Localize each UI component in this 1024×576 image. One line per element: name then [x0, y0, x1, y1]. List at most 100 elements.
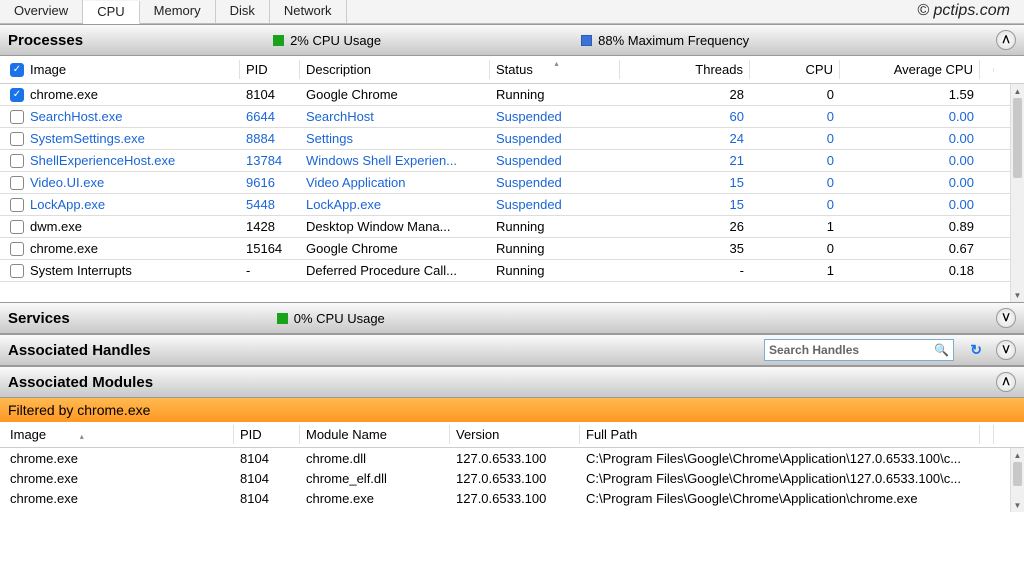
chevron-down-icon: ᐯ — [1003, 345, 1010, 356]
cell-status: Suspended — [490, 175, 620, 190]
scrollbar-thumb[interactable] — [1013, 98, 1022, 178]
scrollbar-thumb[interactable] — [1013, 462, 1022, 486]
table-row[interactable]: ShellExperienceHost.exe13784Windows Shel… — [0, 150, 1024, 172]
col-pid[interactable]: PID — [240, 60, 300, 79]
cell-version: 127.0.6533.100 — [450, 471, 580, 486]
tab-memory[interactable]: Memory — [140, 0, 216, 23]
col-description[interactable]: Description — [300, 60, 490, 79]
modules-collapse-button[interactable]: ᐱ — [996, 372, 1016, 392]
col-cpu[interactable]: CPU — [750, 60, 840, 79]
header-checkbox[interactable]: ✓ — [10, 63, 24, 77]
row-checkbox[interactable] — [10, 220, 24, 234]
tab-cpu[interactable]: CPU — [83, 1, 139, 24]
tab-overview[interactable]: Overview — [0, 0, 83, 23]
scroll-down-icon[interactable]: ▼ — [1011, 498, 1024, 512]
process-scrollbar[interactable]: ▲ ▼ — [1010, 84, 1024, 302]
table-row[interactable]: SearchHost.exe6644SearchHostSuspended600… — [0, 106, 1024, 128]
tab-disk[interactable]: Disk — [216, 0, 270, 23]
cell-avg-cpu: 0.00 — [840, 109, 980, 124]
cell-status: Suspended — [490, 109, 620, 124]
cell-cpu: 0 — [750, 153, 840, 168]
mcol-full-path[interactable]: Full Path — [580, 425, 980, 444]
cell-image: chrome.exe — [4, 491, 234, 506]
cell-image: System Interrupts — [30, 263, 132, 278]
tab-bar: Overview CPU Memory Disk Network © pctip… — [0, 0, 1024, 24]
handles-collapse-button[interactable]: ᐯ — [996, 340, 1016, 360]
cell-pid: 15164 — [240, 241, 300, 256]
table-row[interactable]: chrome.exe8104chrome.dll127.0.6533.100C:… — [0, 448, 1024, 468]
cell-threads: 15 — [620, 197, 750, 212]
cell-pid: - — [240, 263, 300, 278]
table-row[interactable]: LockApp.exe5448LockApp.exeSuspended1500.… — [0, 194, 1024, 216]
cell-pid: 8104 — [234, 451, 300, 466]
cell-image: LockApp.exe — [30, 197, 105, 212]
cell-description: Settings — [300, 131, 490, 146]
table-row[interactable]: chrome.exe8104chrome_elf.dll127.0.6533.1… — [0, 468, 1024, 488]
cell-threads: 15 — [620, 175, 750, 190]
mcol-module-name[interactable]: Module Name — [300, 425, 450, 444]
cell-description: Windows Shell Experien... — [300, 153, 490, 168]
col-avg-cpu[interactable]: Average CPU — [840, 60, 980, 79]
row-checkbox[interactable] — [10, 132, 24, 146]
row-checkbox[interactable] — [10, 264, 24, 278]
cell-avg-cpu: 0.00 — [840, 153, 980, 168]
cell-pid: 9616 — [240, 175, 300, 190]
table-row[interactable]: ✓chrome.exe8104Google ChromeRunning2801.… — [0, 84, 1024, 106]
cell-cpu: 0 — [750, 197, 840, 212]
process-list: ✓chrome.exe8104Google ChromeRunning2801.… — [0, 84, 1024, 302]
cell-image: chrome.exe — [30, 87, 98, 102]
processes-section-header[interactable]: Processes 2% CPU Usage 88% Maximum Frequ… — [0, 24, 1024, 56]
scroll-up-icon[interactable]: ▲ — [1011, 448, 1024, 462]
search-handles-input[interactable]: Search Handles 🔍 — [764, 339, 954, 361]
search-icon[interactable]: 🔍 — [934, 343, 949, 357]
cell-threads: 26 — [620, 219, 750, 234]
table-row[interactable]: chrome.exe15164Google ChromeRunning3500.… — [0, 238, 1024, 260]
col-image[interactable]: Image — [30, 62, 66, 77]
col-status[interactable]: Status — [496, 62, 533, 77]
row-checkbox[interactable] — [10, 176, 24, 190]
cell-image: SearchHost.exe — [30, 109, 123, 124]
scroll-down-icon[interactable]: ▼ — [1011, 288, 1024, 302]
row-checkbox[interactable] — [10, 154, 24, 168]
tab-network[interactable]: Network — [270, 0, 347, 23]
processes-collapse-button[interactable]: ᐱ — [996, 30, 1016, 50]
scroll-up-icon[interactable]: ▲ — [1011, 84, 1024, 98]
cell-pid: 8104 — [240, 87, 300, 102]
cell-pid: 13784 — [240, 153, 300, 168]
cell-avg-cpu: 0.18 — [840, 263, 980, 278]
row-checkbox[interactable] — [10, 242, 24, 256]
cell-threads: 28 — [620, 87, 750, 102]
cell-status: Suspended — [490, 197, 620, 212]
refresh-icon[interactable]: ↻ — [970, 342, 982, 359]
row-checkbox[interactable]: ✓ — [10, 88, 24, 102]
process-column-headers[interactable]: ✓ Image PID Description Status ▴ Threads… — [0, 56, 1024, 84]
row-checkbox[interactable] — [10, 110, 24, 124]
cell-cpu: 0 — [750, 241, 840, 256]
services-collapse-button[interactable]: ᐯ — [996, 308, 1016, 328]
cell-description: Deferred Procedure Call... — [300, 263, 490, 278]
handles-section-header[interactable]: Associated Handles Search Handles 🔍 ↻ ᐯ — [0, 334, 1024, 366]
cell-full-path: C:\Program Files\Google\Chrome\Applicati… — [580, 451, 980, 466]
cell-status: Suspended — [490, 131, 620, 146]
cell-threads: 24 — [620, 131, 750, 146]
services-title: Services — [8, 310, 70, 327]
table-row[interactable]: dwm.exe1428Desktop Window Mana...Running… — [0, 216, 1024, 238]
cell-description: Google Chrome — [300, 87, 490, 102]
mcol-pid[interactable]: PID — [234, 425, 300, 444]
watermark: © pctips.com — [917, 2, 1010, 20]
col-threads[interactable]: Threads — [620, 60, 750, 79]
mcol-image[interactable]: Image — [10, 427, 46, 442]
module-column-headers[interactable]: Image ▴ PID Module Name Version Full Pat… — [0, 422, 1024, 448]
modules-title: Associated Modules — [8, 374, 153, 391]
table-row[interactable]: SystemSettings.exe8884SettingsSuspended2… — [0, 128, 1024, 150]
services-cpu-text: 0% CPU Usage — [294, 311, 385, 326]
modules-section-header[interactable]: Associated Modules ᐱ — [0, 366, 1024, 398]
services-section-header[interactable]: Services 0% CPU Usage ᐯ — [0, 302, 1024, 334]
mcol-version[interactable]: Version — [450, 425, 580, 444]
sort-indicator-icon: ▴ — [555, 59, 559, 68]
table-row[interactable]: chrome.exe8104chrome.exe127.0.6533.100C:… — [0, 488, 1024, 508]
table-row[interactable]: System Interrupts -Deferred Procedure Cal… — [0, 260, 1024, 282]
table-row[interactable]: Video.UI.exe9616Video ApplicationSuspend… — [0, 172, 1024, 194]
row-checkbox[interactable] — [10, 198, 24, 212]
modules-scrollbar[interactable]: ▲ ▼ — [1010, 448, 1024, 512]
